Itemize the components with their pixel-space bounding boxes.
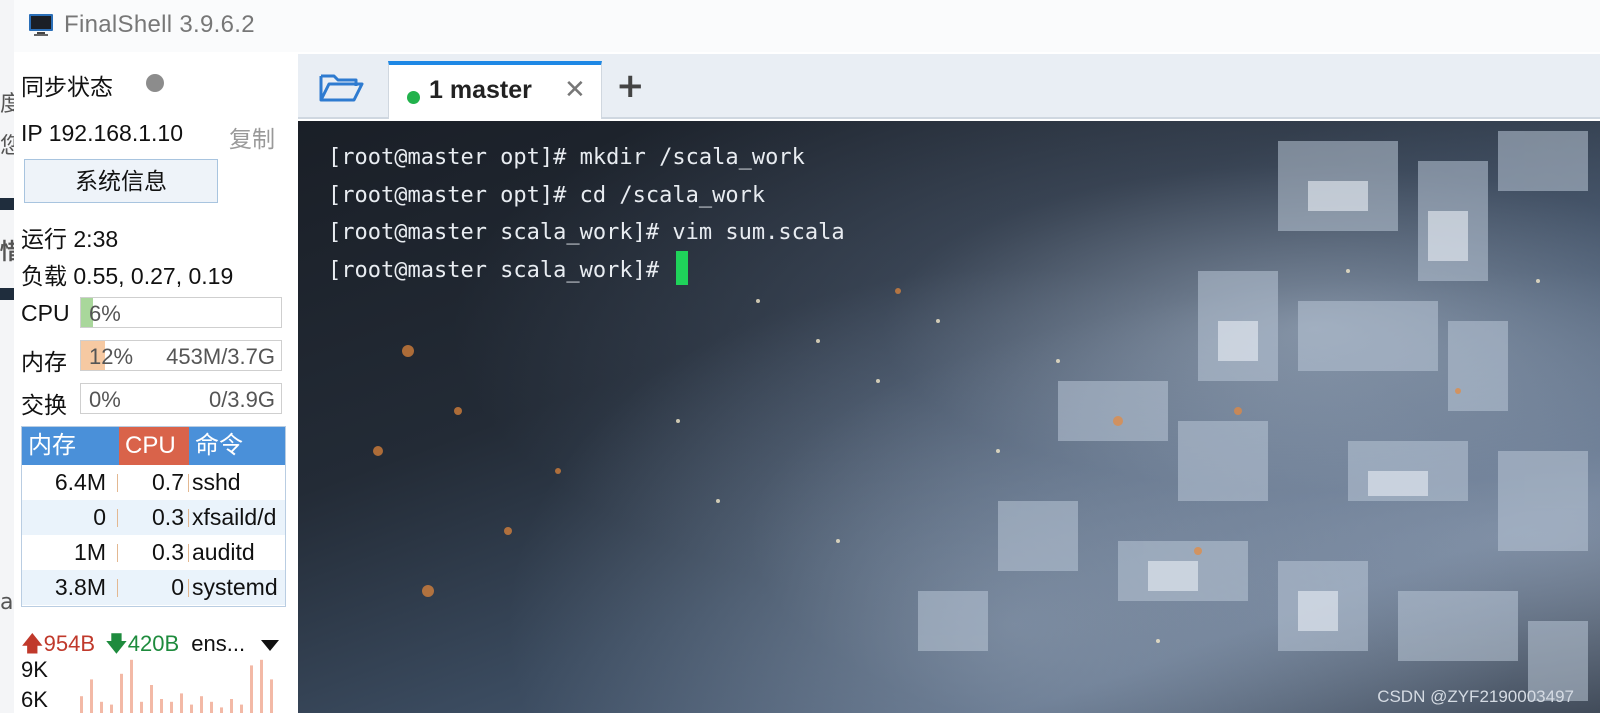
chevron-down-icon[interactable] xyxy=(261,639,280,651)
network-bar xyxy=(140,701,143,713)
connection-status-dot xyxy=(407,91,420,104)
upload-rate: 954B xyxy=(43,631,96,656)
process-table-header: 内存 CPU 命令 xyxy=(22,427,285,465)
ip-address: IP 192.168.1.10 xyxy=(21,120,183,146)
network-bar xyxy=(110,704,113,713)
app-monitor-icon xyxy=(29,14,53,36)
process-memory: 6.4M xyxy=(54,469,106,495)
system-info-button[interactable]: 系统信息 xyxy=(24,159,218,203)
network-bar xyxy=(200,696,203,713)
cpu-label: CPU xyxy=(21,300,70,326)
process-cpu: 0.3 xyxy=(152,539,184,565)
process-cpu: 0.7 xyxy=(152,469,184,495)
terminal-prompt: [root@master scala_work]# xyxy=(328,257,673,283)
network-bar xyxy=(220,707,223,713)
title-bar: FinalShell 3.9.6.2 xyxy=(14,0,1600,52)
terminal-cursor xyxy=(676,250,689,285)
sync-status-indicator xyxy=(146,74,164,92)
process-table: 内存 CPU 命令 6.4M 0.7 sshd 0 0.3 xfsaild/d … xyxy=(21,426,286,607)
memory-detail: 453M/3.7G xyxy=(166,344,275,369)
process-memory: 0 xyxy=(93,504,106,530)
process-memory: 3.8M xyxy=(54,574,106,600)
column-header-memory[interactable]: 内存 xyxy=(22,427,119,465)
memory-value: 12% xyxy=(89,344,134,369)
tab-master[interactable]: 1 master ✕ xyxy=(388,61,602,119)
network-y-label: 6K xyxy=(21,687,48,712)
network-bars xyxy=(80,659,273,713)
process-command: auditd xyxy=(192,539,255,565)
cpu-meter: 6% xyxy=(80,297,282,328)
network-bar xyxy=(230,699,233,713)
background-window-edge: 度 您 惜 a xyxy=(0,0,14,713)
process-command: systemd xyxy=(192,574,278,600)
network-bar xyxy=(180,693,183,713)
uptime-text: 运行 2:38 xyxy=(21,226,119,252)
process-command: sshd xyxy=(192,469,241,495)
network-bar xyxy=(270,679,273,713)
swap-meter: 0% 0/3.9G xyxy=(80,383,282,414)
network-bar xyxy=(190,704,193,713)
terminal-output: [root@master opt]# mkdir /scala_work [ro… xyxy=(328,139,845,289)
watermark: CSDN @ZYF2190003497 xyxy=(1377,687,1574,706)
network-chart: 9K 6K xyxy=(21,657,286,713)
column-header-command[interactable]: 命令 xyxy=(189,427,285,465)
terminal-line: [root@master opt]# mkdir /scala_work xyxy=(328,145,805,170)
memory-meter: 12% 453M/3.7G xyxy=(80,340,282,371)
network-bar xyxy=(80,696,83,713)
sidebar: 同步状态 IP 192.168.1.10 复制 系统信息 运行 2:38 负载 … xyxy=(14,52,298,713)
network-interface-select[interactable]: ens... xyxy=(191,631,245,656)
network-y-label: 9K xyxy=(21,657,48,682)
network-bar xyxy=(210,701,213,713)
tab-bar: 1 master ✕ + xyxy=(298,54,1600,119)
load-average-text: 负载 0.55, 0.27, 0.19 xyxy=(21,263,234,289)
network-bar xyxy=(120,673,123,713)
cpu-value: 6% xyxy=(89,301,121,326)
swap-value: 0% xyxy=(89,387,121,412)
copy-ip-button[interactable]: 复制 xyxy=(229,120,275,154)
terminal-line: [root@master scala_work]# vim sum.scala xyxy=(328,220,845,245)
download-rate: 420B xyxy=(127,631,180,656)
tab-label: 1 master xyxy=(429,76,532,104)
plus-icon[interactable]: + xyxy=(616,66,645,106)
network-stats: 🡅954B 🡇420B ens... xyxy=(21,627,280,657)
network-bar xyxy=(170,701,173,713)
swap-label: 交换 xyxy=(21,392,67,418)
network-bar xyxy=(160,699,163,713)
upload-arrow-icon: 🡅 xyxy=(21,631,44,656)
process-row[interactable]: 3.8M 0 systemd xyxy=(22,570,285,605)
network-bar xyxy=(100,701,103,713)
network-bar xyxy=(260,659,263,713)
column-header-cpu[interactable]: CPU xyxy=(119,427,189,465)
terminal[interactable]: [root@master opt]# mkdir /scala_work [ro… xyxy=(298,121,1600,713)
terminal-line: [root@master opt]# cd /scala_work xyxy=(328,182,766,208)
network-bar xyxy=(130,659,133,713)
process-row[interactable]: 0 0.3 xfsaild/d xyxy=(22,500,285,535)
swap-detail: 0/3.9G xyxy=(208,387,275,412)
process-command: xfsaild/d xyxy=(192,504,277,530)
process-row[interactable]: 6.4M 0.7 sshd xyxy=(22,465,285,500)
memory-label: 内存 xyxy=(21,349,67,375)
network-bar xyxy=(250,665,253,713)
process-cpu: 0.3 xyxy=(152,504,184,530)
terminal-prompt-line: [root@master scala_work]# xyxy=(328,250,845,290)
network-bar xyxy=(240,704,243,713)
sync-status-label: 同步状态 xyxy=(21,74,113,100)
network-bar xyxy=(150,685,153,713)
folder-open-icon[interactable] xyxy=(318,70,364,104)
download-arrow-icon: 🡇 xyxy=(105,631,128,656)
process-row[interactable]: 1M 0.3 auditd xyxy=(22,535,285,570)
process-cpu: 0 xyxy=(171,574,184,600)
network-bar xyxy=(90,679,93,713)
close-icon[interactable]: ✕ xyxy=(564,75,586,105)
process-memory: 1M xyxy=(74,539,106,565)
app-title: FinalShell 3.9.6.2 xyxy=(64,11,255,38)
